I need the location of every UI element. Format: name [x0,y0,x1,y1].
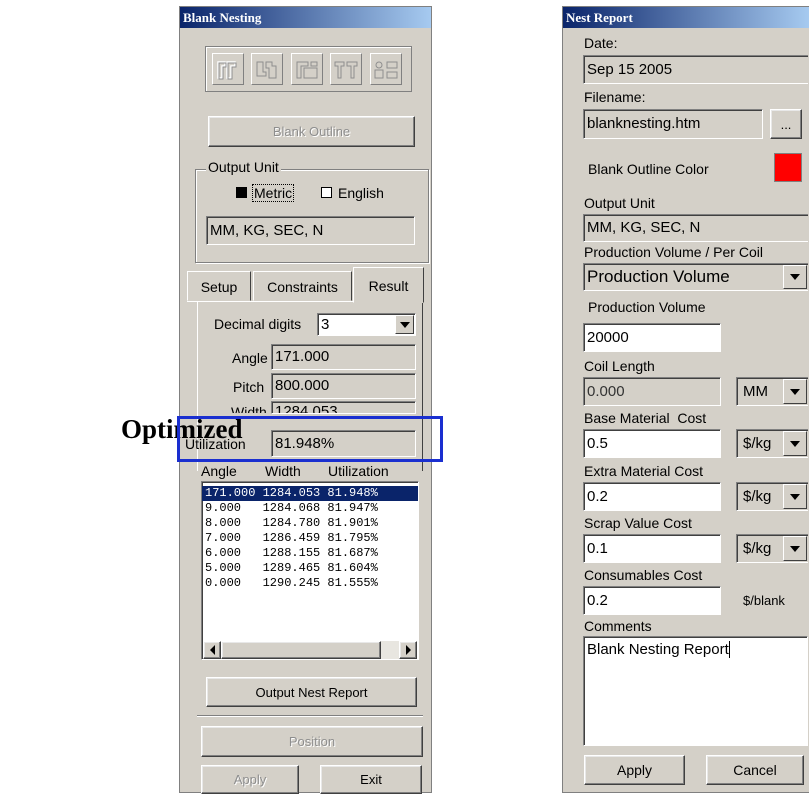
blank-nesting-panel: Blank Nesting Blank Outline Output Unit … [179,6,432,794]
english-radio[interactable]: English [321,184,401,202]
exit-button[interactable]: Exit [320,765,422,794]
nest-report-panel: Nest Report Date: Sep 15 2005 Filename: … [562,6,809,793]
production-volume-per-coil-dropdown-icon[interactable] [783,265,807,289]
list-horizontal-scrollbar[interactable] [203,641,417,659]
english-checkbox-icon [321,187,332,198]
list-item[interactable]: 6.000 1288.155 81.687% [202,546,418,561]
production-volume-per-coil-value: Production Volume [587,267,730,286]
output-unit-value: MM, KG, SEC, N [583,214,808,242]
comments-value: Blank Nesting Report [587,641,730,658]
blank-outline-color-swatch[interactable] [774,153,802,182]
filename-value: blanknesting.htm [583,109,763,139]
extra-material-cost-input[interactable]: 0.2 [583,482,721,511]
date-label: Date: [584,35,618,51]
filename-label: Filename: [584,89,646,105]
angle-value: 171.000 [271,344,416,370]
coil-length-input[interactable]: 0.000 [583,377,721,406]
output-unit-group-label: Output Unit [206,159,281,175]
blank-nesting-title: Blank Nesting [180,7,431,28]
coil-length-unit-value: MM [743,383,768,400]
apply-button[interactable]: Apply [201,765,299,794]
blank-outline-button[interactable]: Blank Outline [208,116,415,147]
tab-setup[interactable]: Setup [187,271,251,301]
scrap-value-cost-label: Scrap Value Cost [584,515,692,531]
nest-report-title: Nest Report [563,7,809,28]
separator [197,715,423,717]
list-item[interactable]: 9.000 1284.068 81.947% [202,501,418,516]
consumables-cost-input[interactable]: 0.2 [583,586,721,615]
optimized-highlight-box [177,416,443,462]
output-unit-label: Output Unit [584,195,655,211]
scroll-left-arrow-icon[interactable] [203,641,221,659]
results-list: 171.000 1284.053 81.948% 9.000 1284.068 … [202,482,418,591]
list-item[interactable]: 171.000 1284.053 81.948% [202,486,418,501]
report-apply-button[interactable]: Apply [584,755,685,785]
comments-textarea[interactable]: Blank Nesting Report [583,636,808,746]
list-header-width: Width [265,463,301,479]
metric-radio[interactable]: Metric [236,184,316,202]
scrap-value-cost-unit-value: $/kg [743,540,772,557]
width-value: 1284.053 [271,401,416,414]
english-label: English [338,185,384,201]
browse-file-button[interactable]: ... [770,109,802,139]
production-volume-label: Production Volume [588,299,706,315]
list-item[interactable]: 5.000 1289.465 81.604% [202,561,418,576]
production-volume-input[interactable]: 20000 [583,323,721,352]
report-cancel-button[interactable]: Cancel [706,755,804,785]
extra-material-cost-unit-dropdown-icon[interactable] [783,484,807,509]
consumables-cost-label: Consumables Cost [584,567,703,583]
tab-baseline [187,301,353,302]
base-material-cost-label: Base Material Cost [584,410,707,426]
base-material-cost-input[interactable]: 0.5 [583,429,721,458]
extra-material-cost-unit-value: $/kg [743,488,772,505]
tab-constraints[interactable]: Constraints [253,271,352,301]
output-nest-report-button[interactable]: Output Nest Report [206,677,417,707]
list-item[interactable]: 8.000 1284.780 81.901% [202,516,418,531]
results-listbox[interactable]: 171.000 1284.053 81.948% 9.000 1284.068 … [201,481,419,660]
scrap-value-cost-input[interactable]: 0.1 [583,534,721,563]
base-material-cost-unit-value: $/kg [743,435,772,452]
angle-label: Angle [232,350,268,366]
list-item[interactable]: 0.000 1290.245 81.555% [202,576,418,591]
list-item[interactable]: 7.000 1286.459 81.795% [202,531,418,546]
list-header-utilization: Utilization [328,463,389,479]
list-header-angle: Angle [201,463,237,479]
nest-pattern-toolbar [205,46,412,92]
consumables-cost-unit: $/blank [743,593,785,608]
nest-pattern-2-icon[interactable] [251,53,283,85]
pitch-label: Pitch [233,379,265,395]
output-unit-value: MM, KG, SEC, N [206,216,415,245]
decimal-digits-dropdown-icon[interactable] [395,315,414,334]
scrap-value-cost-unit-dropdown-icon[interactable] [783,536,807,561]
scroll-right-arrow-icon[interactable] [399,641,417,659]
extra-material-cost-label: Extra Material Cost [584,463,704,479]
scrollbar-thumb[interactable] [221,641,381,659]
base-material-cost-unit-dropdown-icon[interactable] [783,431,807,456]
nest-pattern-3-icon[interactable] [291,53,323,85]
tab-result[interactable]: Result [353,267,424,303]
pitch-value: 800.000 [271,373,416,399]
decimal-digits-value: 3 [321,316,330,333]
metric-label: Metric [252,184,295,202]
coil-length-unit-dropdown-icon[interactable] [783,379,807,404]
comments-label: Comments [584,618,652,634]
nest-pattern-4-icon[interactable] [330,53,362,85]
nest-pattern-1-icon[interactable] [212,53,244,85]
date-value: Sep 15 2005 [583,55,808,84]
coil-length-label: Coil Length [584,358,655,374]
nest-pattern-5-icon[interactable] [370,53,402,85]
blank-outline-color-label: Blank Outline Color [588,161,709,177]
production-volume-per-coil-label: Production Volume / Per Coil [584,244,763,260]
metric-checkbox-icon [236,187,247,198]
production-volume-per-coil-select[interactable]: Production Volume [583,263,808,291]
decimal-digits-label: Decimal digits [214,316,302,332]
position-button[interactable]: Position [201,726,423,757]
